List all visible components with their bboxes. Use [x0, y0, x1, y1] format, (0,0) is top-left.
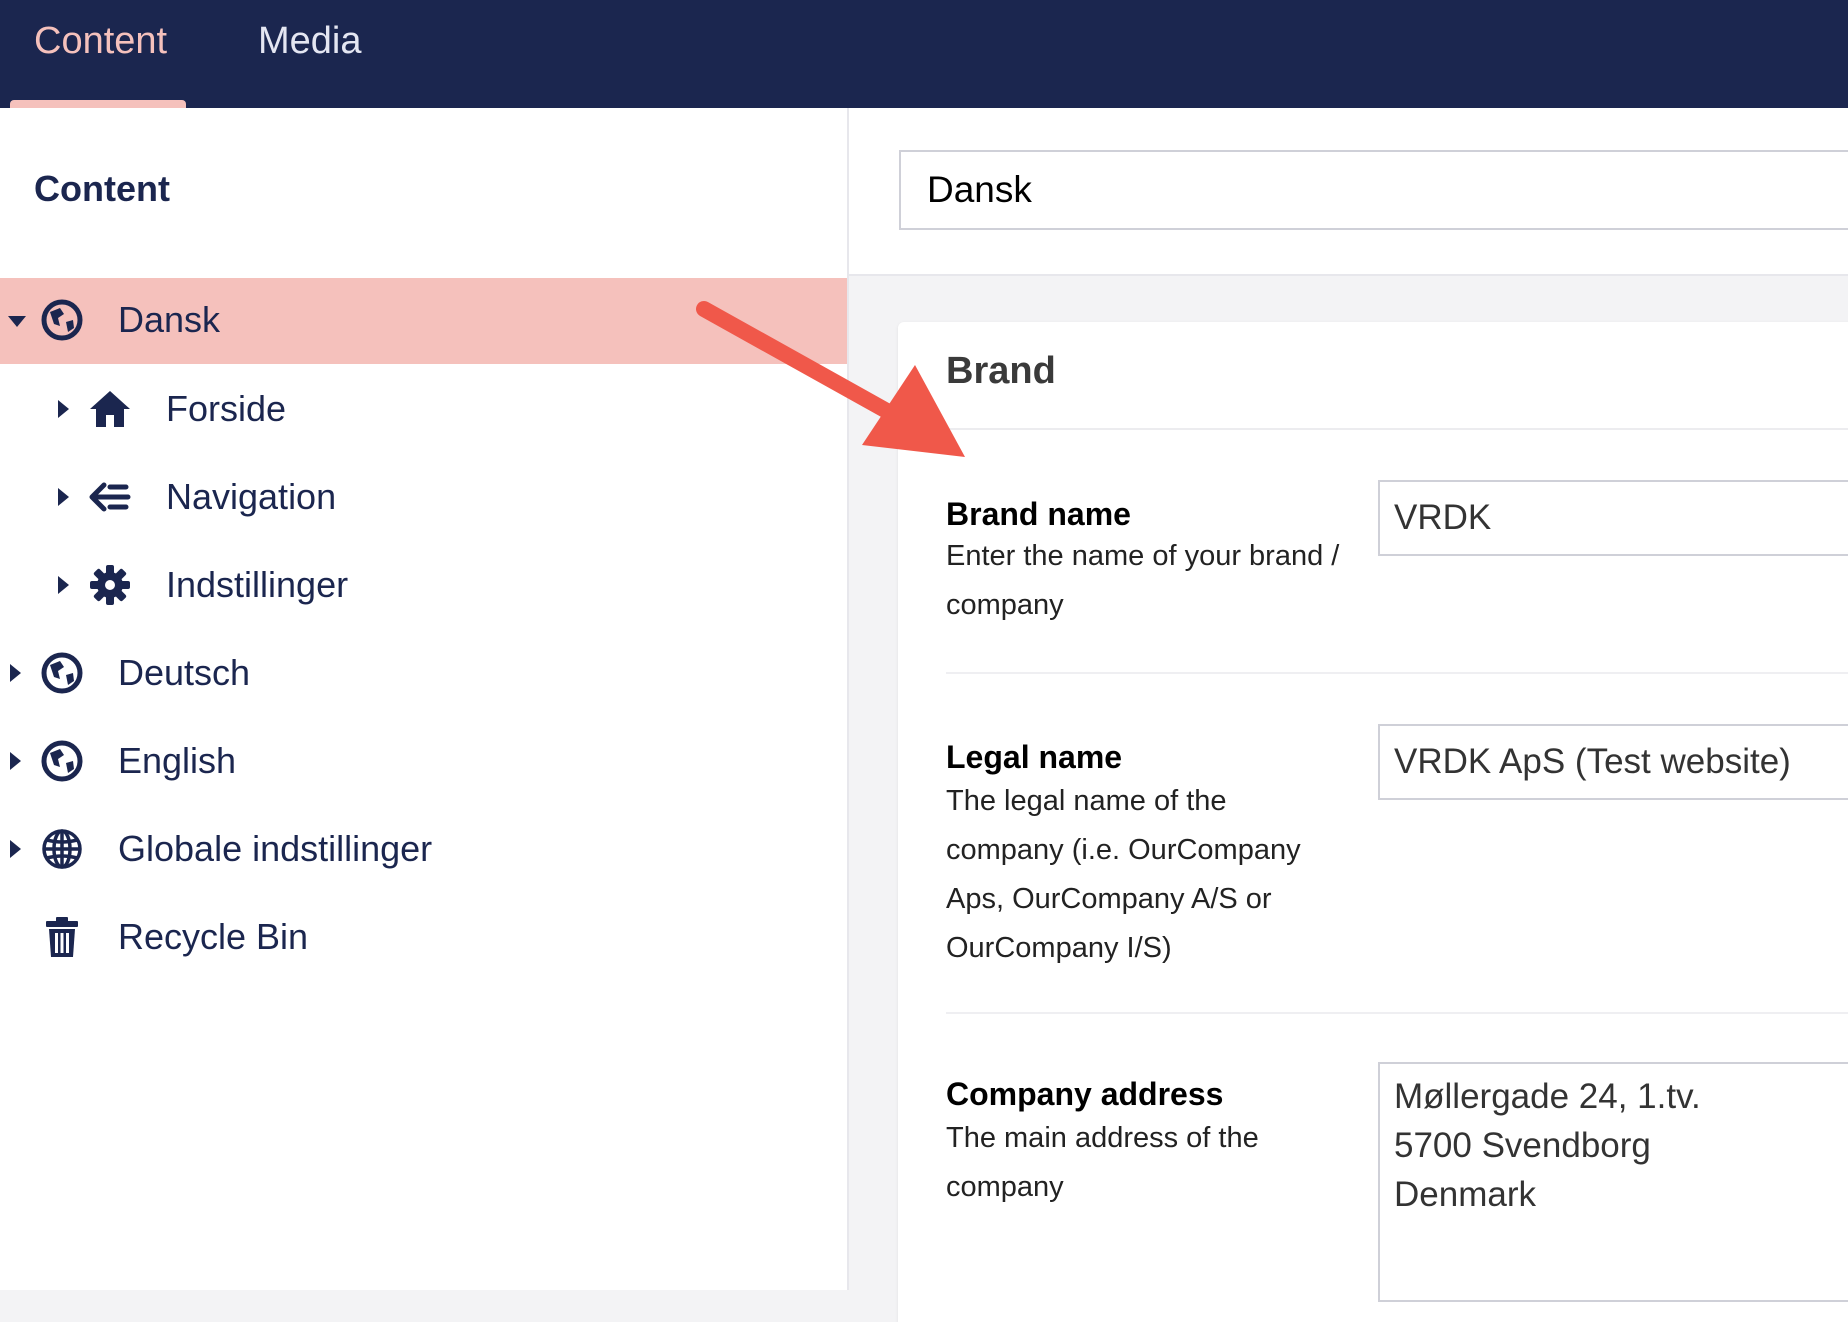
tab-content[interactable]: Content [34, 18, 167, 64]
tree-item-label: Forside [166, 388, 287, 429]
brand-name-label: Brand name [946, 496, 1131, 532]
brand-name-input[interactable] [1378, 480, 1848, 556]
caret-right-icon[interactable] [58, 400, 69, 418]
active-tab-indicator [10, 100, 186, 108]
sidebar-title: Content [34, 168, 170, 209]
caret-right-icon[interactable] [10, 840, 21, 858]
globe-americas-icon [41, 740, 83, 782]
caret-right-icon[interactable] [10, 664, 21, 682]
tree-item-dansk[interactable]: Dansk [0, 278, 847, 364]
tree-item-label: Recycle Bin [118, 916, 309, 957]
caret-right-icon[interactable] [10, 752, 21, 770]
tree-item-label: Navigation [166, 476, 337, 517]
editor-header [849, 108, 1848, 276]
brand-name-description: Enter the name of your brand / company [946, 540, 1340, 621]
divider [898, 428, 1848, 430]
tree-item-forside[interactable]: Forside [0, 367, 847, 453]
gear-icon [90, 565, 130, 605]
company-address-label: Company address [946, 1076, 1224, 1112]
globe-americas-icon [41, 652, 83, 694]
home-icon [90, 391, 130, 427]
navigation-icon [89, 482, 131, 512]
tree-item-navigation[interactable]: Navigation [0, 455, 847, 541]
tree-item-english[interactable]: English [0, 719, 847, 805]
caret-right-icon[interactable] [58, 488, 69, 506]
brand-property-group: Brand Brand name Enter the name of your … [898, 322, 1848, 1322]
tree-item-recycle-bin[interactable]: Recycle Bin [0, 895, 847, 981]
tree-item-label: Dansk [118, 299, 221, 340]
top-navigation-bar: Content Media [0, 0, 1848, 108]
trash-icon [46, 917, 78, 957]
tree-item-globale-indstillinger[interactable]: Globale indstillinger [0, 807, 847, 893]
tree-item-deutsch[interactable]: Deutsch [0, 631, 847, 717]
tree-item-label: Globale indstillinger [118, 828, 433, 869]
tree-item-label: Indstillinger [166, 564, 349, 605]
legal-name-input[interactable] [1378, 724, 1848, 800]
legal-name-description: The legal name of the company (i.e. OurC… [946, 785, 1301, 964]
caret-right-icon[interactable] [58, 576, 69, 594]
legal-name-label: Legal name [946, 739, 1123, 775]
company-address-description: The main address of the company [946, 1122, 1259, 1203]
tab-media[interactable]: Media [258, 18, 362, 64]
tree-item-label: Deutsch [118, 652, 251, 693]
divider [946, 672, 1848, 674]
company-address-textarea[interactable]: Møllergade 24, 1.tv. 5700 Svendborg Denm… [1378, 1062, 1848, 1302]
tree-item-indstillinger[interactable]: Indstillinger [0, 543, 847, 629]
divider [946, 1012, 1848, 1014]
caret-down-icon[interactable] [8, 316, 26, 327]
globe-grid-icon [42, 829, 82, 869]
tree-item-label: English [118, 740, 237, 781]
content-tree-sidebar: Content Dansk Forside Navigation Indstil… [0, 108, 849, 1290]
node-name-input[interactable] [899, 150, 1848, 230]
globe-americas-icon [41, 299, 83, 341]
group-title: Brand [946, 350, 1056, 392]
